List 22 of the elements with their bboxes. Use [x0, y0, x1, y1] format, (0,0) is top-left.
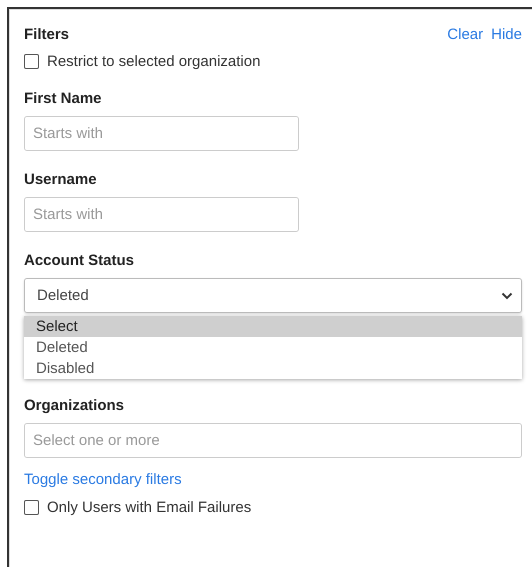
multi-select-field[interactable]: Select one or more [24, 423, 522, 458]
field-label: Organizations [24, 397, 126, 414]
toggle-link[interactable]: Toggle secondary filters [24, 471, 182, 488]
dropdown-option[interactable]: Deleted [24, 337, 522, 358]
checkbox-box[interactable] [24, 500, 39, 515]
chevron-down-icon [501, 292, 513, 300]
header-link[interactable]: Clear [447, 26, 484, 43]
checkbox[interactable]: Only Users with Email Failures [24, 499, 522, 516]
text-field[interactable]: Starts with [24, 116, 299, 151]
checkbox[interactable]: Restrict to selected organization [24, 53, 522, 70]
checkbox-label: Restrict to selected organization [47, 53, 260, 70]
dropdown-option[interactable]: Select [24, 316, 522, 337]
checkbox-label: Only Users with Email Failures [47, 499, 252, 516]
panel-title: Filters [24, 26, 70, 43]
checkbox-box[interactable] [24, 54, 39, 69]
status-dropdown[interactable]: Deleted [24, 278, 522, 313]
dropdown-option[interactable]: Disabled [24, 358, 522, 379]
field-label: Account Status [24, 252, 136, 269]
text-field[interactable]: Starts with [24, 197, 299, 232]
field-label: First Name [24, 90, 103, 107]
header-link[interactable]: Hide [491, 26, 522, 43]
field-label: Username [24, 171, 98, 188]
